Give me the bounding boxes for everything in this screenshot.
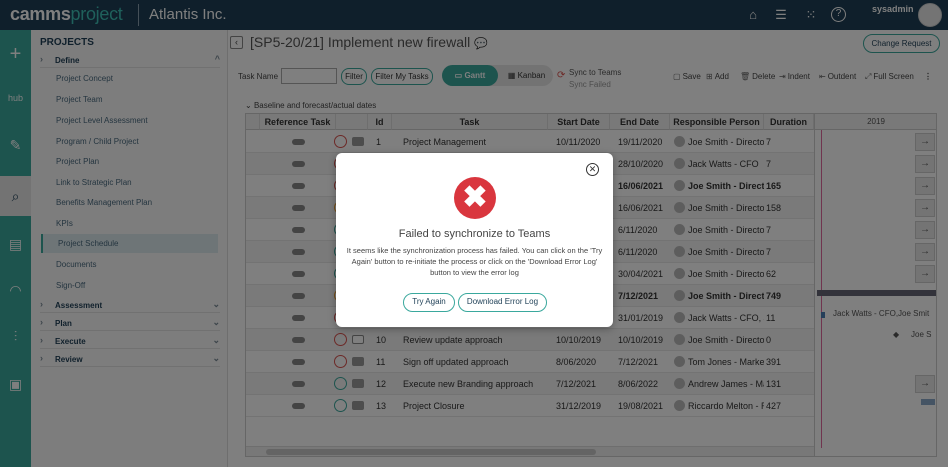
dialog-message: It seems like the synchronization proces… bbox=[346, 246, 603, 277]
dialog-title: Failed to synchronize to Teams bbox=[398, 228, 551, 240]
try-again-button[interactable]: Try Again bbox=[403, 293, 455, 312]
download-error-log-button[interactable]: Download Error Log bbox=[458, 293, 547, 312]
close-icon[interactable]: ✕ bbox=[586, 163, 599, 176]
error-icon: ✖ bbox=[454, 177, 496, 219]
sync-error-dialog: ✕ ✖ Failed to synchronize to Teams It se… bbox=[336, 153, 613, 327]
